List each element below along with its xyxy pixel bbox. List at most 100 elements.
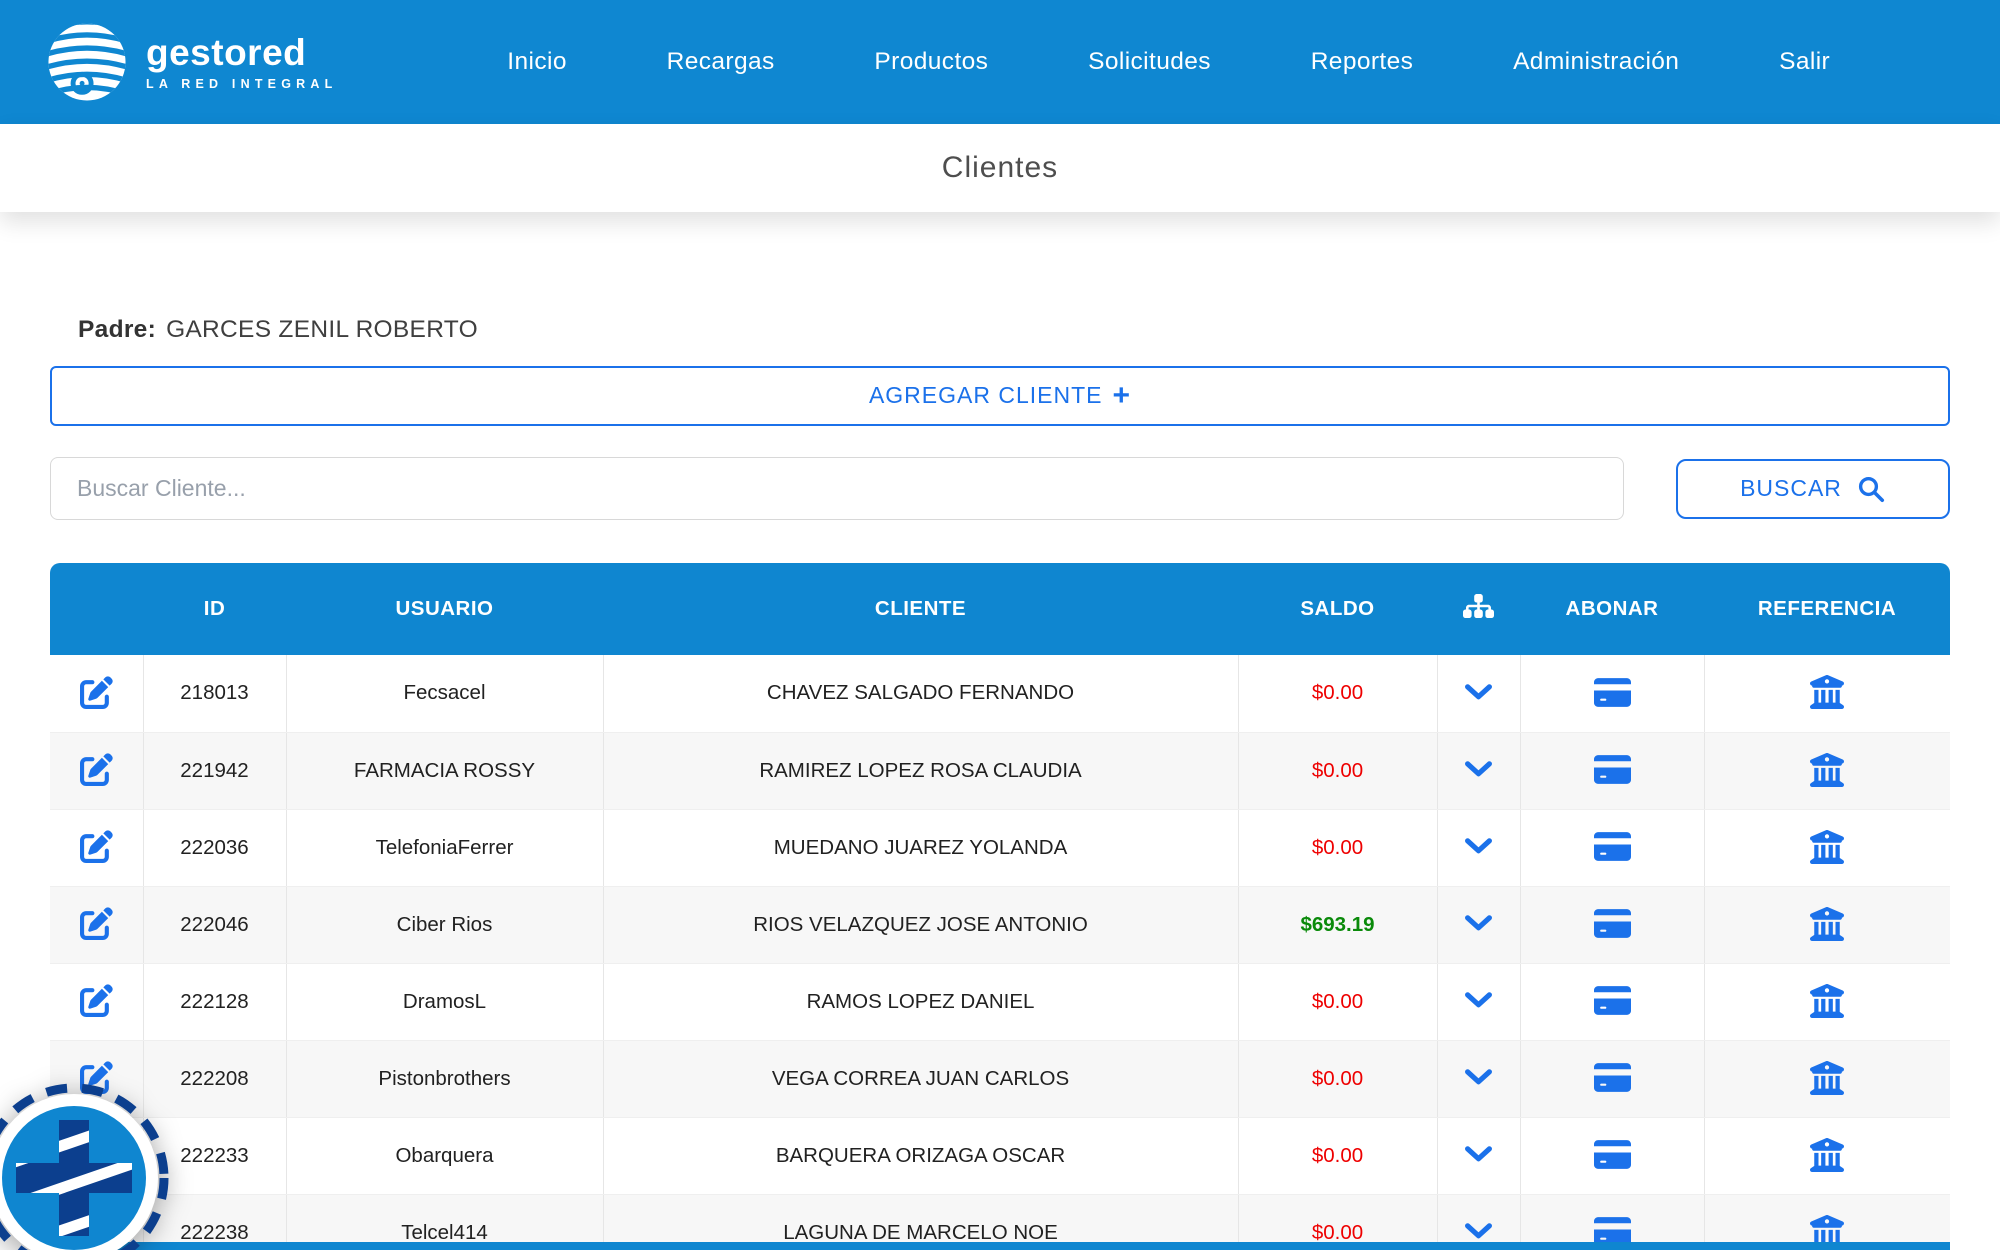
expand-children-button[interactable] — [1458, 987, 1499, 1014]
parent-name: GARCES ZENIL ROBERTO — [166, 316, 478, 343]
expand-children-button[interactable] — [1458, 833, 1499, 860]
edit-client-button[interactable] — [74, 672, 119, 713]
nav-item-solicitudes[interactable]: Solicitudes — [1088, 48, 1211, 76]
edit-client-button[interactable] — [74, 749, 119, 790]
saldo-cell: $0.00 — [1238, 809, 1437, 886]
referencia-cell — [1704, 732, 1950, 809]
nav-item-recargas[interactable]: Recargas — [667, 48, 775, 76]
abonar-button[interactable] — [1588, 1057, 1637, 1098]
saldo-cell: $0.00 — [1238, 1040, 1437, 1117]
edit-column-header — [50, 563, 143, 655]
bank-icon — [1810, 984, 1844, 1018]
nav-item-salir[interactable]: Salir — [1779, 48, 1830, 76]
bank-icon — [1810, 1061, 1844, 1095]
abonar-button[interactable] — [1588, 980, 1637, 1021]
chevron-down-icon — [1464, 760, 1493, 779]
nav-item-productos[interactable]: Productos — [874, 48, 988, 76]
referencia-column-header: REFERENCIA — [1704, 563, 1950, 655]
table-row: 222208 Pistonbrothers VEGA CORREA JUAN C… — [50, 1040, 1950, 1117]
chevron-down-icon — [1464, 837, 1493, 856]
expand-children-button[interactable] — [1458, 1218, 1499, 1245]
client-usuario: DramosL — [286, 963, 603, 1040]
abonar-button[interactable] — [1588, 903, 1637, 944]
brand-ball-icon — [46, 21, 128, 103]
referencia-button[interactable] — [1804, 980, 1850, 1022]
brand-logo[interactable]: gestored LA RED INTEGRAL — [46, 21, 337, 103]
saldo-cell: $0.00 — [1238, 655, 1437, 732]
saldo-cell: $0.00 — [1238, 963, 1437, 1040]
referencia-button[interactable] — [1804, 1057, 1850, 1099]
referencia-button[interactable] — [1804, 1134, 1850, 1176]
abonar-cell — [1520, 732, 1704, 809]
abonar-column-header: ABONAR — [1520, 563, 1704, 655]
referencia-button[interactable] — [1804, 749, 1850, 791]
client-cliente: RAMOS LOPEZ DANIEL — [603, 963, 1238, 1040]
brand-name: gestored — [146, 34, 337, 71]
pencil-square-icon — [80, 984, 113, 1017]
search-button-label: BUSCAR — [1740, 475, 1842, 502]
table-row: 222128 DramosL RAMOS LOPEZ DANIEL $0.00 — [50, 963, 1950, 1040]
table-row: 218013 Fecsacel CHAVEZ SALGADO FERNANDO … — [50, 655, 1950, 732]
abonar-button[interactable] — [1588, 672, 1637, 713]
referencia-cell — [1704, 963, 1950, 1040]
client-cliente: VEGA CORREA JUAN CARLOS — [603, 1040, 1238, 1117]
nav-item-reportes[interactable]: Reportes — [1311, 48, 1414, 76]
hierarchy-cell — [1437, 732, 1520, 809]
referencia-button[interactable] — [1804, 903, 1850, 945]
nav-menu: Inicio Recargas Productos Solicitudes Re… — [457, 48, 1880, 76]
referencia-button[interactable] — [1804, 826, 1850, 868]
client-usuario: TelefoniaFerrer — [286, 809, 603, 886]
hierarchy-column-header — [1437, 563, 1520, 655]
client-cliente: BARQUERA ORIZAGA OSCAR — [603, 1117, 1238, 1194]
abonar-button[interactable] — [1588, 826, 1637, 867]
table-header-row: ID USUARIO CLIENTE SALDO ABONAR REFERENC… — [50, 563, 1950, 655]
referencia-cell — [1704, 655, 1950, 732]
sitemap-icon — [1463, 592, 1494, 620]
table-row: 222233 Obarquera BARQUERA ORIZAGA OSCAR … — [50, 1117, 1950, 1194]
credit-card-icon — [1594, 830, 1631, 863]
add-client-button[interactable]: AGREGAR CLIENTE+ — [50, 366, 1950, 426]
expand-children-button[interactable] — [1458, 679, 1499, 706]
saldo-cell: $693.19 — [1238, 886, 1437, 963]
abonar-cell — [1520, 655, 1704, 732]
floating-add-button[interactable] — [0, 1078, 174, 1250]
edit-client-button[interactable] — [74, 980, 119, 1021]
client-usuario: Obarquera — [286, 1117, 603, 1194]
abonar-cell — [1520, 1040, 1704, 1117]
saldo-cell: $0.00 — [1238, 732, 1437, 809]
expand-children-button[interactable] — [1458, 1141, 1499, 1168]
bank-icon — [1810, 907, 1844, 941]
referencia-button[interactable] — [1804, 671, 1850, 713]
client-usuario: FARMACIA ROSSY — [286, 732, 603, 809]
hierarchy-cell — [1437, 963, 1520, 1040]
parent-label: Padre: — [78, 316, 156, 343]
brand-tagline: LA RED INTEGRAL — [146, 77, 337, 91]
edit-client-button[interactable] — [74, 903, 119, 944]
abonar-cell — [1520, 809, 1704, 886]
edit-cell — [50, 886, 143, 963]
top-nav: gestored LA RED INTEGRAL Inicio Recargas… — [0, 0, 2000, 124]
bank-icon — [1810, 753, 1844, 787]
expand-children-button[interactable] — [1458, 1064, 1499, 1091]
referencia-cell — [1704, 1117, 1950, 1194]
search-client-input[interactable] — [50, 457, 1624, 520]
referencia-cell — [1704, 886, 1950, 963]
usuario-column-header: USUARIO — [286, 563, 603, 655]
saldo-cell: $0.00 — [1238, 1117, 1437, 1194]
chevron-down-icon — [1464, 1222, 1493, 1241]
client-id: 222046 — [143, 886, 286, 963]
search-row: BUSCAR — [50, 457, 1950, 520]
abonar-button[interactable] — [1588, 1134, 1637, 1175]
gestored-plus-icon — [0, 1078, 174, 1250]
search-button[interactable]: BUSCAR — [1676, 459, 1950, 519]
edit-client-button[interactable] — [74, 826, 119, 867]
plus-icon: + — [1113, 379, 1132, 412]
clients-table: ID USUARIO CLIENTE SALDO ABONAR REFERENC… — [50, 563, 1950, 1250]
nav-item-inicio[interactable]: Inicio — [507, 48, 567, 76]
abonar-button[interactable] — [1588, 749, 1637, 790]
nav-item-administracion[interactable]: Administración — [1513, 48, 1679, 76]
expand-children-button[interactable] — [1458, 756, 1499, 783]
saldo-value: $0.00 — [1312, 1144, 1363, 1167]
table-footer-strip — [50, 1242, 1950, 1250]
expand-children-button[interactable] — [1458, 910, 1499, 937]
